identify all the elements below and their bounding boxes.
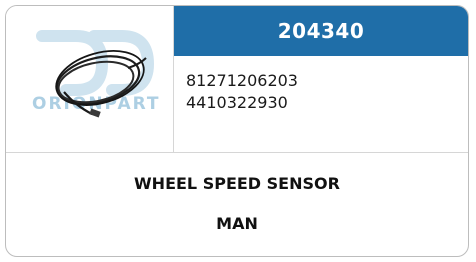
reference-number: 81271206203 [186,71,298,90]
part-code: 204340 [277,19,365,43]
product-image-panel: ORIONPART [6,6,174,152]
product-card: ORIONPART 204340 81271206203 4410322930 … [5,5,469,257]
divider [6,152,468,153]
reference-numbers: 81271206203 4410322930 [186,70,298,114]
brand-name: MAN [216,214,258,233]
sensor-cable-icon [55,50,147,118]
reference-number: 4410322930 [186,93,288,112]
product-name: WHEEL SPEED SENSOR [134,174,340,193]
part-code-header: 204340 [174,6,468,56]
